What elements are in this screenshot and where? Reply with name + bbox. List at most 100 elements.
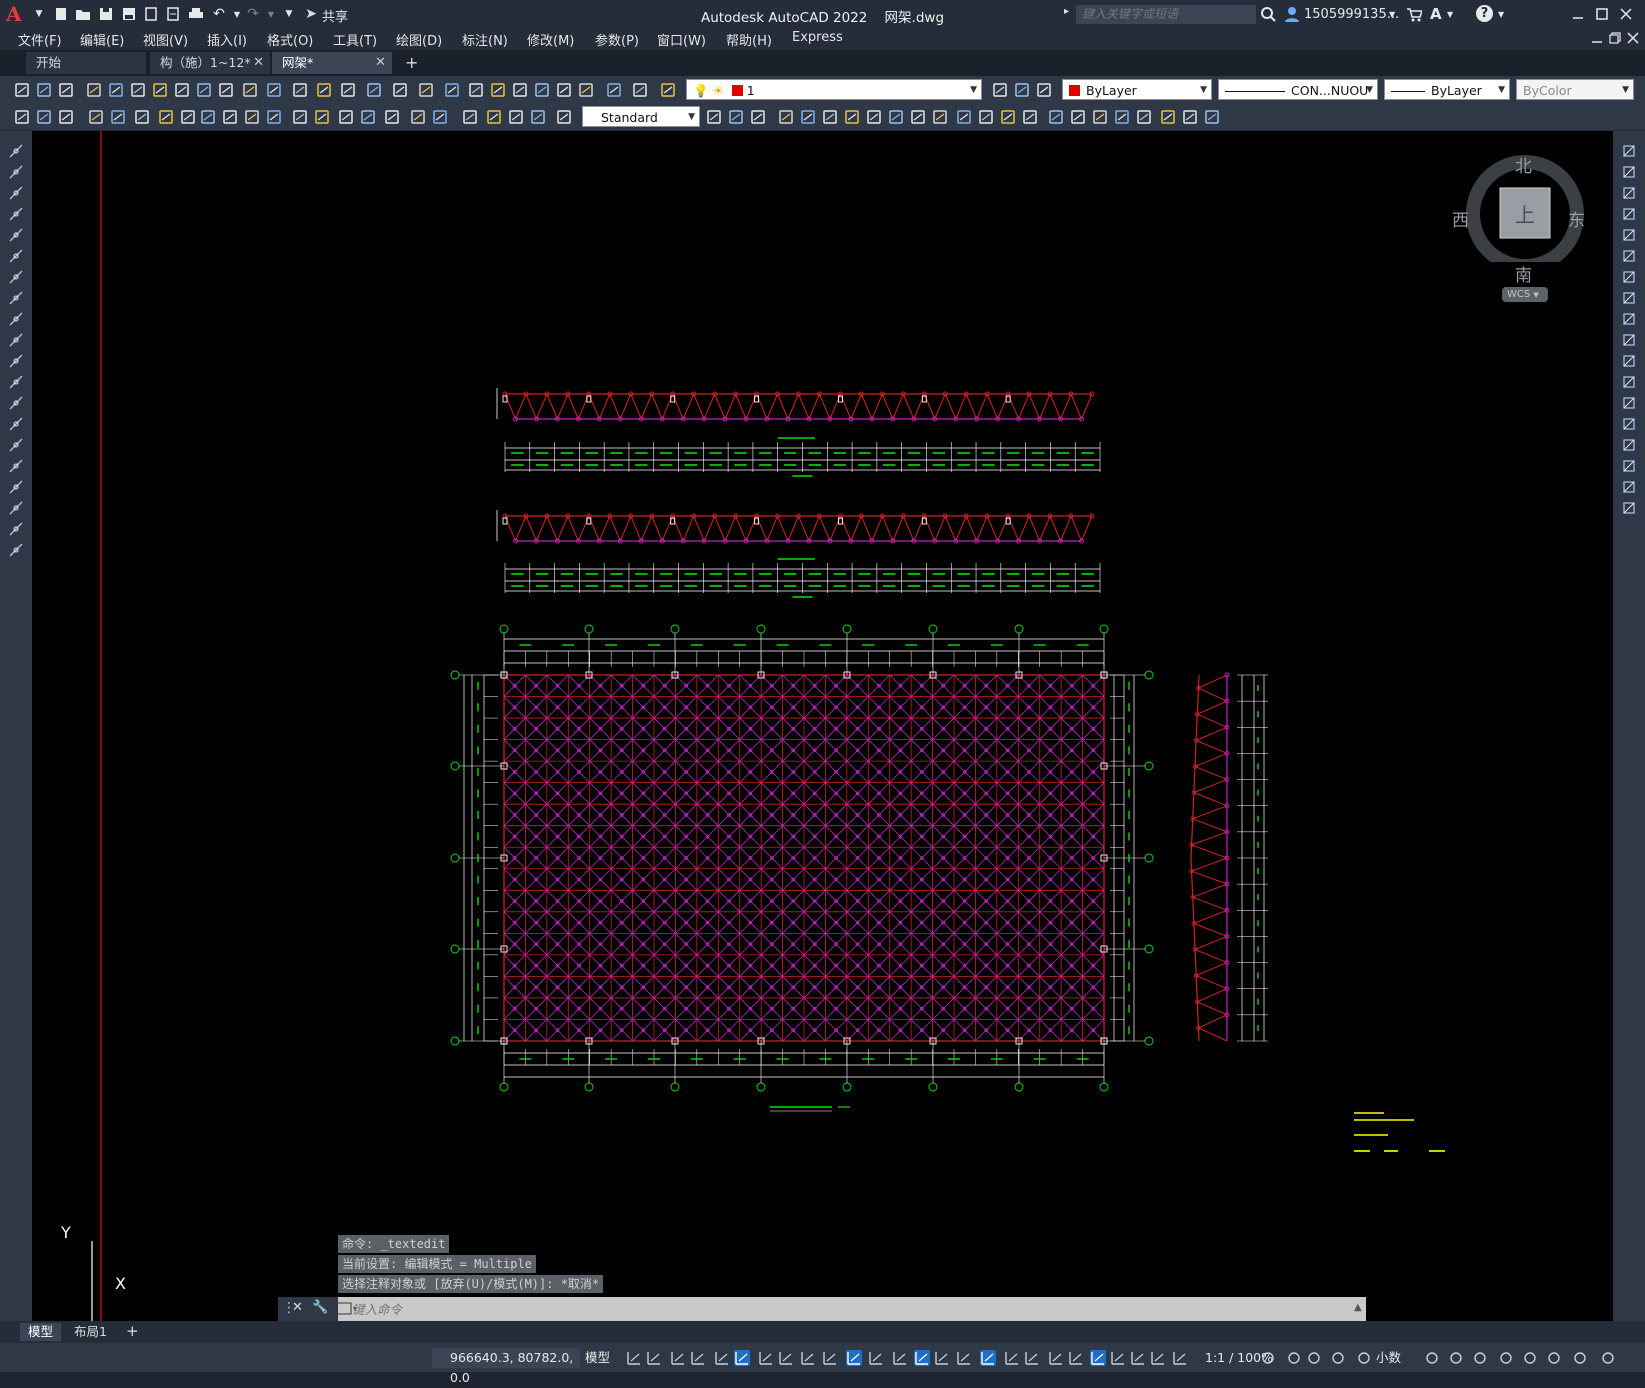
chamfer-icon[interactable]: [1621, 437, 1637, 453]
line-icon[interactable]: [8, 143, 24, 159]
zoom-realtime-icon[interactable]: [366, 82, 382, 98]
point-icon[interactable]: [8, 416, 24, 432]
block-icon[interactable]: [266, 82, 282, 98]
3dwf-icon[interactable]: [152, 82, 168, 98]
polygon-icon[interactable]: [8, 206, 24, 222]
wedge-icon[interactable]: [1070, 109, 1086, 125]
help-icon[interactable]: [578, 82, 594, 98]
dimstyle-dropdown[interactable]: Standard ▼: [582, 106, 700, 127]
polar-dropdown-icon[interactable]: [778, 1350, 794, 1366]
break-icon[interactable]: [292, 109, 308, 125]
multiline-text-icon[interactable]: [8, 521, 24, 537]
gradient-icon[interactable]: [8, 458, 24, 474]
wcs-menu[interactable]: WCS ▼: [1502, 287, 1548, 302]
extract-edges-icon[interactable]: [1136, 109, 1152, 125]
search-expand-icon[interactable]: ▸: [1064, 6, 1069, 17]
close-icon[interactable]: [1620, 5, 1632, 23]
copy-icon[interactable]: [1621, 164, 1637, 180]
lineweight-icon[interactable]: [914, 1350, 930, 1366]
minimize-icon[interactable]: [1572, 5, 1584, 23]
properties-palette-icon[interactable]: [1330, 1350, 1346, 1366]
save-web-icon[interactable]: [164, 5, 182, 23]
quick-dim-icon[interactable]: [200, 109, 216, 125]
doc-restore-icon[interactable]: [1609, 32, 1621, 48]
viewcube-top-face[interactable]: 上: [1515, 199, 1535, 228]
erase-icon[interactable]: [1621, 143, 1637, 159]
plot-icon[interactable]: [86, 82, 102, 98]
sweep-icon[interactable]: [822, 109, 838, 125]
quickcalc-icon[interactable]: [556, 82, 572, 98]
command-history-toggle-icon[interactable]: ▲: [1354, 1302, 1362, 1313]
customize-quick-access-icon[interactable]: ▼: [280, 5, 298, 23]
zoom-previous-icon[interactable]: [418, 82, 434, 98]
linetype-dropdown[interactable]: CON...NUOU ▼: [1218, 79, 1378, 100]
user-icon[interactable]: [1284, 5, 1300, 23]
stretch-icon[interactable]: [1621, 311, 1637, 327]
union-icon[interactable]: [706, 109, 722, 125]
interfere-icon[interactable]: [932, 109, 948, 125]
scale-icon[interactable]: [1621, 290, 1637, 306]
help-dropdown-icon[interactable]: ▼: [1498, 5, 1504, 23]
isolate-objects-icon[interactable]: [1472, 1350, 1488, 1366]
construction-line-icon[interactable]: [8, 164, 24, 180]
revolve-icon[interactable]: [844, 109, 860, 125]
add-selected-icon[interactable]: [8, 542, 24, 558]
app-menu-chevron-icon[interactable]: ▼: [30, 5, 48, 23]
pan-icon[interactable]: [340, 82, 356, 98]
ortho-icon[interactable]: [734, 1350, 750, 1366]
open-file-icon[interactable]: [74, 5, 92, 23]
tab-close-icon[interactable]: ✕: [253, 52, 264, 74]
layer-match-icon[interactable]: [1014, 82, 1030, 98]
jogged-icon[interactable]: [134, 109, 150, 125]
space-icon[interactable]: [266, 109, 282, 125]
new-file-icon[interactable]: [52, 5, 70, 23]
menu-draw[interactable]: 绘图(D): [396, 30, 442, 49]
explode-icon[interactable]: [1621, 500, 1637, 516]
fillet-icon[interactable]: [1621, 458, 1637, 474]
maximize-icon[interactable]: [1596, 5, 1608, 23]
mirror-icon[interactable]: [1621, 185, 1637, 201]
rectangle-icon[interactable]: [8, 227, 24, 243]
plotstyle-dropdown[interactable]: ByColor ▼: [1516, 79, 1634, 100]
layer-previous-icon[interactable]: [660, 82, 676, 98]
menu-parametric[interactable]: 参数(P): [595, 30, 639, 49]
menu-edit[interactable]: 编辑(E): [80, 30, 124, 49]
infer-icon[interactable]: [690, 1350, 706, 1366]
preview-icon[interactable]: [108, 82, 124, 98]
gizmo-icon[interactable]: [1024, 1350, 1040, 1366]
fullscreen-icon[interactable]: [1572, 1350, 1588, 1366]
qnew-icon[interactable]: [14, 82, 30, 98]
zoom-window-icon[interactable]: [392, 82, 408, 98]
layer-state-icon[interactable]: [632, 82, 648, 98]
grid-icon[interactable]: [1130, 1350, 1146, 1366]
search-icon[interactable]: [1260, 5, 1276, 23]
markup-icon[interactable]: [534, 82, 550, 98]
customize-dropdown-icon[interactable]: [1286, 1350, 1302, 1366]
sheetset-icon[interactable]: [512, 82, 528, 98]
quick-properties-icon[interactable]: [1424, 1350, 1440, 1366]
customize-status-bar-icon[interactable]: [1600, 1350, 1616, 1366]
drawing-canvas[interactable]: 北 南 东 西 上 WCS ▼ Y X 命令: _textedit 当前设置: …: [32, 131, 1613, 1321]
layer-previous-icon[interactable]: [1036, 82, 1052, 98]
snap-dropdown-icon[interactable]: [1172, 1350, 1188, 1366]
menu-format[interactable]: 格式(O): [267, 30, 313, 49]
section-icon[interactable]: [910, 109, 926, 125]
save-icon[interactable]: [58, 82, 74, 98]
user-dropdown-icon[interactable]: ▼: [1389, 5, 1395, 23]
offset-icon[interactable]: [1621, 206, 1637, 222]
compass-south[interactable]: 南: [1515, 261, 1532, 286]
break-icon[interactable]: [1621, 395, 1637, 411]
properties-icon[interactable]: [444, 82, 460, 98]
save-as-icon[interactable]: [120, 5, 138, 23]
wrench-icon[interactable]: 🔧: [312, 1300, 328, 1315]
graphics-performance-icon[interactable]: [1498, 1350, 1514, 1366]
share-button[interactable]: 共享: [322, 6, 348, 25]
clean-screen-icon[interactable]: [1522, 1350, 1538, 1366]
grid-icon[interactable]: [626, 1350, 642, 1366]
aligned-dim-icon[interactable]: [36, 109, 52, 125]
edit-text-icon[interactable]: [432, 109, 448, 125]
undo-icon[interactable]: ↶: [210, 5, 228, 23]
menu-file[interactable]: 文件(F): [18, 30, 62, 49]
add-layout-plus-icon[interactable]: +: [126, 1322, 139, 1340]
snap-dropdown-icon[interactable]: [670, 1350, 686, 1366]
